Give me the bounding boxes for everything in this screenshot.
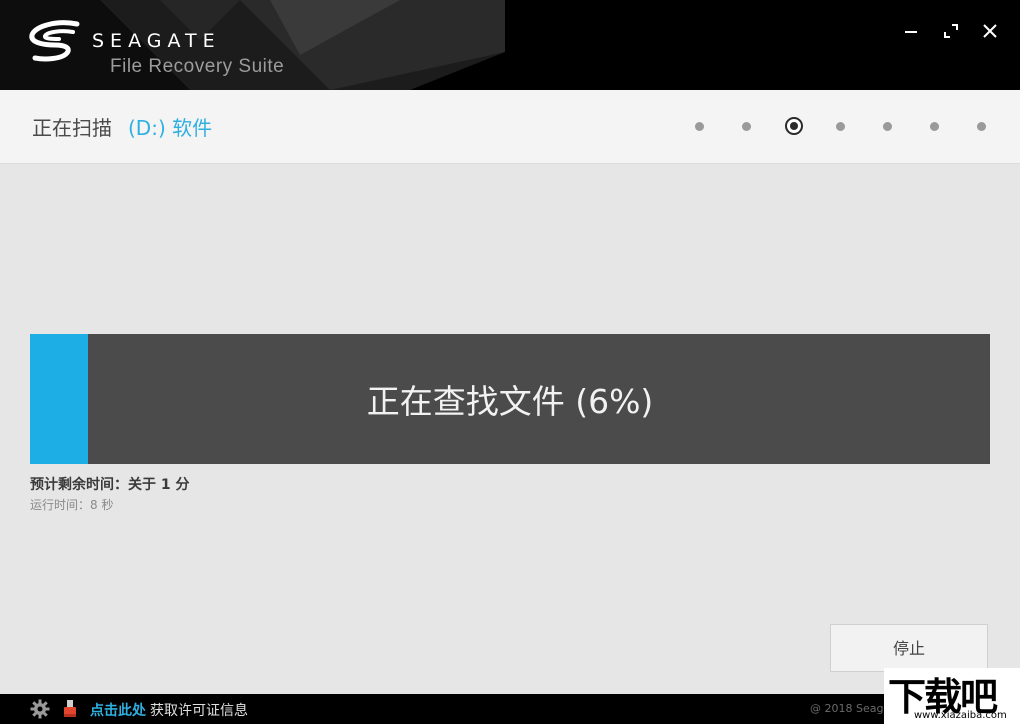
stop-button[interactable]: 停止 [830, 624, 988, 672]
usb-key-icon [64, 700, 76, 717]
elapsed-text: 运行时间：8 秒 [30, 498, 114, 512]
app-header: SEAGATE File Recovery Suite [0, 0, 1020, 90]
step-dot-3-current [785, 117, 803, 135]
maximize-icon [944, 24, 958, 38]
eta-text: 预计剩余时间：关于 1 分 [30, 477, 190, 493]
site-watermark: 下载吧 www.xiazaiba.com [884, 668, 1020, 724]
license-text: 获取许可证信息 [150, 703, 248, 719]
close-icon [983, 24, 997, 38]
step-dot-6 [930, 122, 939, 131]
app-footer: 点击此处 获取许可证信息 @ 2018 Seaga [0, 694, 1020, 724]
step-dot-1 [695, 122, 704, 131]
step-dot-2 [742, 122, 751, 131]
step-dot-4 [836, 122, 845, 131]
app-window: SEAGATE File Recovery Suite 正在扫描 (D:) 软件 [0, 0, 1020, 724]
gear-icon[interactable] [30, 699, 50, 719]
step-indicator [0, 90, 1020, 163]
close-button[interactable] [977, 18, 1003, 44]
seagate-swirl-icon [29, 20, 80, 62]
license-link[interactable]: 点击此处 [90, 700, 146, 720]
minimize-button[interactable] [898, 18, 924, 44]
progress-text: 正在查找文件 (6%) [366, 382, 654, 421]
brand-name: SEAGATE [92, 30, 221, 52]
watermark-url: www.xiazaiba.com [914, 710, 1007, 721]
minimize-icon [905, 31, 917, 33]
copyright-text: @ 2018 Seaga [810, 702, 891, 715]
maximize-button[interactable] [938, 18, 964, 44]
product-name: File Recovery Suite [110, 56, 285, 77]
scan-titlebar: 正在扫描 (D:) 软件 [0, 90, 1020, 164]
scan-progress-bar: 正在查找文件 (6%) [30, 334, 990, 464]
step-dot-5 [883, 122, 892, 131]
step-dot-7 [977, 122, 986, 131]
